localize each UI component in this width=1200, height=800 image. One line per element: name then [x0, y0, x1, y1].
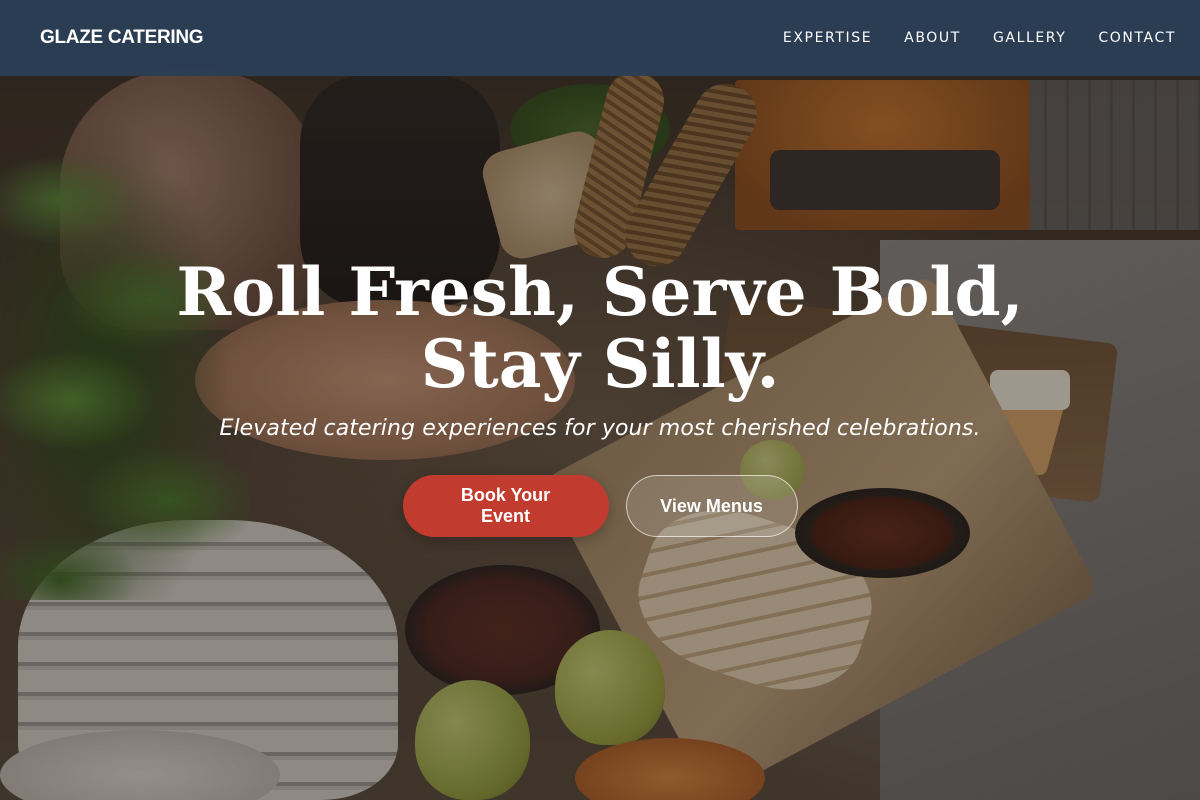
- nav-link-about[interactable]: ABOUT: [904, 30, 961, 46]
- hero-title-line-2: Stay Silly.: [420, 325, 780, 403]
- brand-logo[interactable]: GLAZE CATERING: [40, 27, 204, 49]
- hero-title: Roll Fresh, Serve Bold, Stay Silly.: [0, 256, 1200, 400]
- nav-link-gallery[interactable]: GALLERY: [993, 30, 1066, 46]
- hero-title-line-1: Roll Fresh, Serve Bold,: [176, 253, 1024, 331]
- book-event-button[interactable]: Book Your Event: [402, 475, 609, 537]
- cta-row: Book Your Event View Menus: [0, 475, 1200, 537]
- hero-section: Roll Fresh, Serve Bold, Stay Silly. Elev…: [0, 256, 1200, 537]
- hero-subtitle: Elevated catering experiences for your m…: [219, 416, 981, 441]
- navbar: GLAZE CATERING EXPERTISE ABOUT GALLERY C…: [0, 0, 1200, 76]
- view-menus-button[interactable]: View Menus: [625, 475, 798, 537]
- nav-link-contact[interactable]: CONTACT: [1098, 30, 1176, 46]
- nav-link-expertise[interactable]: EXPERTISE: [783, 30, 872, 46]
- nav-links: EXPERTISE ABOUT GALLERY CONTACT: [751, 30, 1176, 46]
